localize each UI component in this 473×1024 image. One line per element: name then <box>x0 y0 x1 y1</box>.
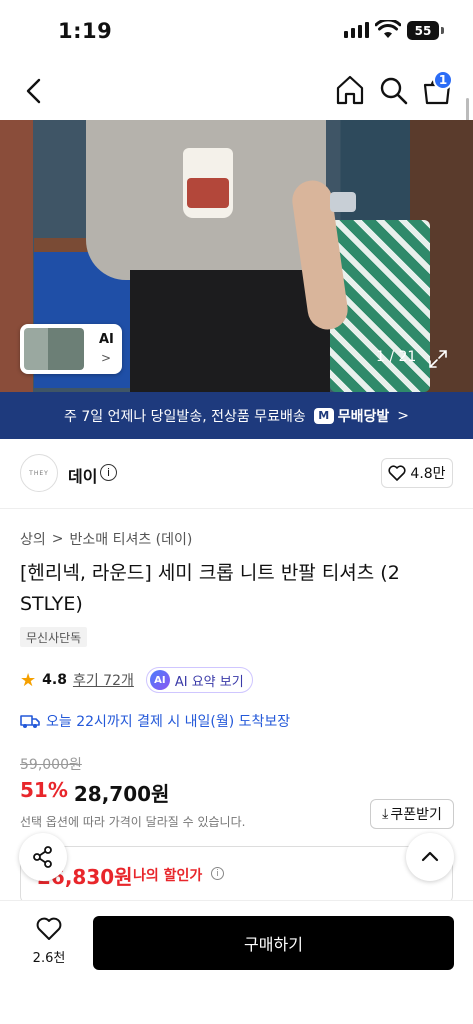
star-icon: ★ <box>20 669 37 691</box>
free-shipping-badge: M 무배당발 <box>313 406 390 426</box>
battery-icon: 55 <box>407 21 444 40</box>
status-bar: 1:19 55 <box>0 0 473 62</box>
info-icon[interactable]: i <box>211 867 224 880</box>
coupon-button[interactable]: ⤓ 쿠폰받기 <box>370 799 454 829</box>
ai-label: AI <box>99 332 114 347</box>
my-discount-label: 나의 할인가 <box>133 868 203 884</box>
buy-button[interactable]: 구매하기 <box>93 916 454 970</box>
thumbnail-image <box>24 328 84 370</box>
scrollbar[interactable] <box>466 98 469 122</box>
price-note: 선택 옵션에 따라 가격이 달라질 수 있습니다. <box>20 815 246 829</box>
scroll-top-button[interactable] <box>406 833 454 881</box>
coupon-label: 쿠폰받기 <box>390 807 442 823</box>
brand-name[interactable]: 데이 <box>68 463 97 487</box>
share-button[interactable] <box>19 833 67 881</box>
breadcrumb-subcategory[interactable]: 반소매 티셔츠 (데이) <box>70 529 193 549</box>
brand-row: THEY 데이 i 4.8만 <box>0 439 473 509</box>
sale-price-row: 51% 28,700원 <box>20 778 169 807</box>
back-icon[interactable] <box>18 74 52 108</box>
banner-text: 주 7일 언제나 당일발송, 전상품 무료배송 <box>64 408 306 425</box>
breadcrumb: 상의 > 반소매 티셔츠 (데이) <box>20 529 192 549</box>
image-counter: 1 / 21 <box>376 349 417 365</box>
exclusive-tag: 무신사단독 <box>20 627 88 647</box>
signal-icon <box>344 22 369 38</box>
ai-icon: AI <box>149 670 170 690</box>
my-discount-price-box[interactable]: 26,830원 나의 할인가 i <box>20 846 453 904</box>
sale-price: 28,700원 <box>73 782 170 806</box>
wishlist-count: 2.6천 <box>32 951 66 966</box>
rating-value: 4.8 <box>42 672 67 688</box>
chevron-right-icon: > <box>101 351 112 365</box>
search-icon[interactable] <box>376 73 410 107</box>
cart-count-badge: 1 <box>433 70 453 90</box>
info-icon[interactable]: i <box>100 464 117 481</box>
share-icon <box>33 846 52 868</box>
review-count-link[interactable]: 후기 72개 <box>73 670 134 690</box>
original-price: 59,000원 <box>20 757 82 773</box>
brand-logo[interactable]: THEY <box>20 454 58 492</box>
wifi-icon <box>375 20 401 38</box>
delivery-truck-icon: M <box>313 407 334 424</box>
home-icon[interactable] <box>333 73 367 107</box>
brand-like-button[interactable]: 4.8만 <box>381 458 453 488</box>
ai-summary-button[interactable]: AI AI 요약 보기 <box>145 667 253 693</box>
heart-icon <box>388 465 406 481</box>
discount-rate: 51% <box>20 778 68 802</box>
top-nav: 1 <box>0 62 473 122</box>
chevron-right-icon: > <box>51 531 64 547</box>
ai-thumbnail-card[interactable]: AI > <box>20 324 122 374</box>
product-title: [헨리넥, 라운드] 세미 크롭 니트 반팔 티셔츠 (2 STLYE) <box>20 562 400 615</box>
chevron-right-icon: > <box>397 407 409 424</box>
wishlist-button[interactable]: 2.6천 <box>28 917 70 966</box>
truck-icon <box>20 715 40 728</box>
brand-like-count: 4.8만 <box>410 466 446 482</box>
badge-label: 무배당발 <box>337 408 390 425</box>
breadcrumb-category[interactable]: 상의 <box>20 529 46 549</box>
review-row: ★ 4.8 후기 72개 AI AI 요약 보기 <box>20 665 253 695</box>
heart-icon <box>36 917 62 940</box>
ai-summary-label: AI 요약 보기 <box>174 674 244 690</box>
status-time: 1:19 <box>58 19 113 43</box>
chevron-up-icon <box>421 851 439 862</box>
delivery-guarantee-text: 오늘 22시까지 결제 시 내일(월) 도착보장 <box>46 714 291 730</box>
download-icon: ⤓ <box>382 806 389 822</box>
delivery-guarantee[interactable]: 오늘 22시까지 결제 시 내일(월) 도착보장 <box>20 711 290 731</box>
expand-icon[interactable] <box>428 349 448 369</box>
delivery-banner[interactable]: 주 7일 언제나 당일발송, 전상품 무료배송 M 무배당발 > <box>0 392 473 439</box>
bottom-action-bar: 2.6천 구매하기 <box>0 900 473 1024</box>
